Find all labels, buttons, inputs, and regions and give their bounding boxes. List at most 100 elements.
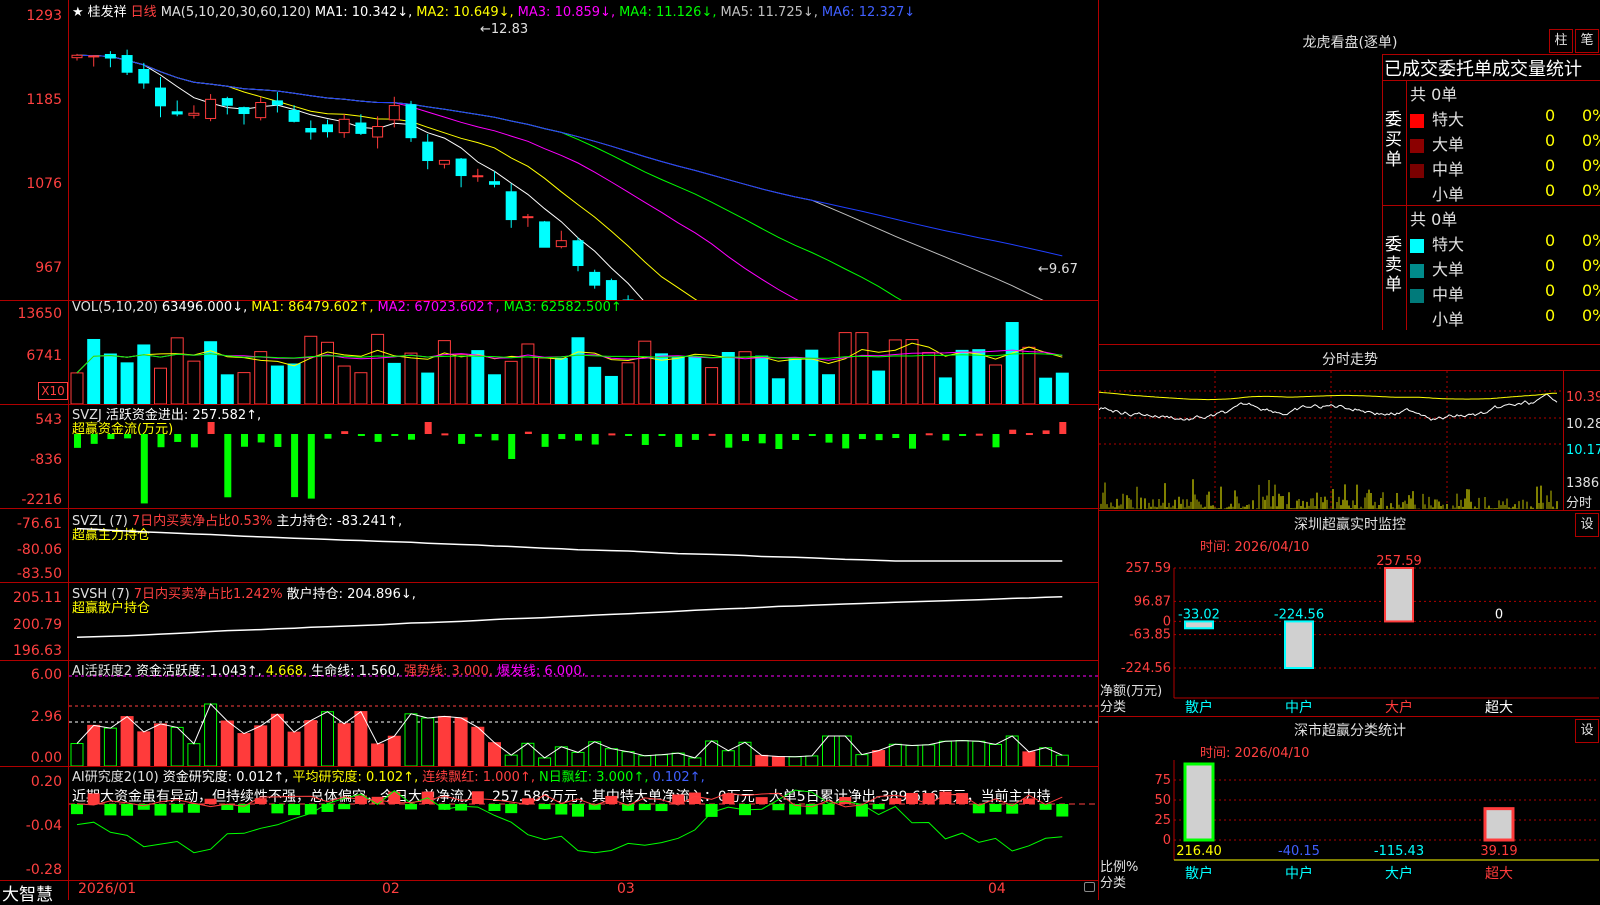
volume-bar: [1039, 377, 1053, 404]
activity-bar: [604, 748, 618, 766]
activity-bar: [855, 754, 869, 766]
main-position-line: [76, 527, 1063, 562]
intraday-y-tick: 10.28: [1566, 417, 1600, 432]
y-tick: 6.00: [30, 667, 62, 683]
net-value-label: 0: [1495, 607, 1503, 622]
ma1-line: [76, 54, 644, 300]
ratio-value-label: -115.43: [1374, 844, 1424, 859]
research-bar: [505, 804, 518, 814]
sell-row-label: 特大: [1432, 235, 1465, 254]
ma4-line: [76, 54, 902, 300]
volume-bar: [822, 374, 835, 404]
volume-bar: [538, 357, 552, 404]
svzj-chart[interactable]: [69, 404, 1098, 508]
flow-bar: [291, 434, 299, 498]
research-bar: [405, 804, 417, 810]
volume-bar: [404, 352, 418, 404]
candle-body: [422, 141, 434, 162]
svzl-chart[interactable]: [69, 508, 1098, 582]
candle-body: [572, 240, 584, 267]
research-bar: [772, 804, 785, 811]
flow-bar: [959, 434, 967, 436]
realtime-settings-button[interactable]: 设: [1575, 513, 1599, 537]
color-swatch: [1410, 288, 1424, 303]
class-chart[interactable]: 75 50 25 0 216.40 散户 -40.15 中户 -115.43 大户 39.19 超大: [1099, 760, 1599, 900]
realtime-chart[interactable]: 257.59 96.87 0 -63.85 -224.56 -33.02 散户 -224.56…: [1099, 550, 1599, 716]
research-bar: [187, 804, 200, 813]
realtime-title: 深圳超赢实时监控: [1294, 517, 1406, 533]
activity-bar: [254, 725, 268, 766]
category-label: 超大: [1485, 700, 1513, 716]
flow-bar: [858, 434, 866, 440]
research-bar: [572, 804, 584, 817]
vol-value: 63496.000↓,: [161, 300, 248, 315]
volume-bar: [755, 355, 769, 404]
ai1-chart[interactable]: [69, 674, 1098, 766]
flow-bar: [758, 434, 766, 444]
y-tick: -80.06: [16, 542, 62, 558]
flow-bar: [975, 433, 983, 436]
activity-bar: [888, 743, 902, 766]
research-bar: [705, 804, 718, 817]
flow-bar: [1059, 422, 1067, 434]
ratio-value-label: 216.40: [1176, 844, 1222, 859]
ratio-value-label: -40.15: [1278, 844, 1320, 859]
flow-bar: [992, 434, 1000, 448]
net-bar: [1384, 567, 1414, 623]
y-tick: 1185: [26, 92, 62, 108]
candle-body: [171, 111, 183, 115]
research-bar: [171, 804, 184, 813]
volume-bar: [287, 363, 301, 404]
y-tick: -836: [30, 452, 62, 468]
volume-bar: [671, 356, 685, 404]
research-bar: [338, 804, 351, 810]
buy-row-pct: 0%: [1582, 131, 1600, 150]
research-bar: [87, 793, 100, 804]
volume-chart[interactable]: [69, 318, 1098, 404]
net-value-label: -33.02: [1178, 607, 1220, 622]
bar-mode-button[interactable]: 柱: [1549, 29, 1573, 53]
buy-row-count: 0: [1545, 131, 1556, 150]
ma6-line: [76, 54, 1063, 257]
activity-bar: [437, 715, 451, 766]
activity-bar: [655, 754, 668, 766]
color-swatch: [1410, 313, 1424, 328]
pen-mode-button[interactable]: 笔: [1575, 29, 1599, 53]
intraday-unit: 分时: [1566, 496, 1593, 511]
activity-bar: [137, 731, 151, 766]
y-tick: 1293: [26, 8, 62, 24]
x-tick: 03: [617, 881, 635, 897]
activity-bar: [120, 716, 134, 766]
flow-bar: [508, 434, 516, 459]
flow-bar: [875, 434, 883, 441]
class-settings-button[interactable]: 设: [1575, 719, 1599, 743]
volume-bar: [838, 332, 852, 404]
ai2-chart[interactable]: [69, 766, 1098, 880]
sell-row-count: 0: [1545, 256, 1556, 275]
volume-bar: [304, 335, 318, 404]
research-bar: [538, 804, 551, 810]
volume-bar: [421, 372, 435, 404]
candle-body: [205, 98, 217, 119]
flow-bar: [474, 434, 482, 437]
y-tick: 0.20: [30, 774, 62, 790]
intraday-chart[interactable]: [1099, 371, 1563, 509]
research-bar: [271, 804, 284, 814]
svsh-chart[interactable]: [69, 582, 1098, 660]
buy-row-label: 小单: [1432, 185, 1465, 204]
research-bar: [722, 793, 735, 804]
volume-bar: [872, 370, 886, 404]
sell-row: 大单 0 0%: [1410, 256, 1600, 280]
sell-row-label: 中单: [1432, 285, 1465, 304]
flow-bar: [808, 434, 816, 436]
volume-bar: [387, 362, 401, 404]
candlestick-chart[interactable]: [69, 18, 1098, 300]
volume-bar: [1005, 322, 1019, 404]
candle-body: [438, 159, 450, 165]
lock-icon[interactable]: [1084, 882, 1095, 892]
volume-bar: [888, 339, 902, 404]
y-tick: -83.50: [16, 566, 62, 582]
flow-bar: [892, 434, 900, 439]
activity-bar: [103, 727, 117, 766]
flow-bar: [307, 434, 315, 499]
